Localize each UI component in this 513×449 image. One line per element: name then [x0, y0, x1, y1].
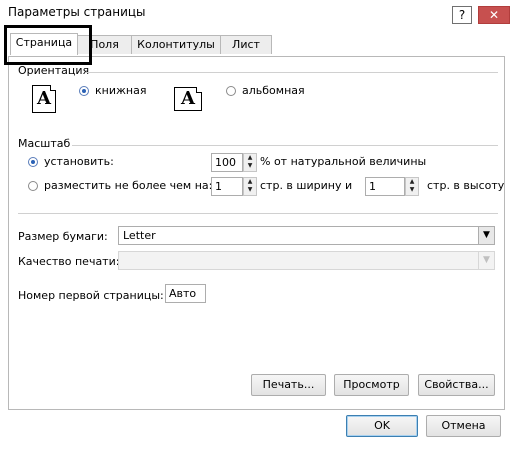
spin-up-icon[interactable]: ▲ — [244, 178, 256, 186]
fit-wide-spinner[interactable]: ▲ ▼ — [243, 177, 257, 196]
spin-down-icon[interactable]: ▼ — [244, 186, 256, 194]
fit-wide-suffix: стр. в ширину и — [260, 179, 353, 192]
paper-size-label: Размер бумаги: — [18, 230, 108, 243]
ok-button[interactable]: OK — [346, 415, 418, 437]
tab-header-footer[interactable]: Колонтитулы — [131, 35, 221, 54]
spin-up-icon[interactable]: ▲ — [406, 178, 418, 186]
preview-button[interactable]: Просмотр — [334, 374, 409, 396]
section-divider — [18, 213, 498, 214]
fit-tall-suffix: стр. в высоту — [427, 179, 505, 192]
chevron-down-icon[interactable]: ▼ — [478, 227, 494, 244]
adjust-label[interactable]: установить: — [44, 155, 114, 168]
paper-size-select[interactable]: Letter ▼ — [118, 226, 495, 245]
adjust-percent-input[interactable]: 100 — [211, 153, 243, 172]
print-button[interactable]: Печать... — [251, 374, 326, 396]
fit-tall-spinner[interactable]: ▲ ▼ — [405, 177, 419, 196]
tab-sheet[interactable]: Лист — [220, 35, 272, 54]
fit-radio[interactable] — [28, 181, 38, 191]
portrait-radio[interactable] — [79, 86, 89, 96]
scaling-title: Масштаб — [18, 137, 71, 150]
scaling-divider — [72, 145, 498, 146]
landscape-label[interactable]: альбомная — [242, 84, 305, 97]
cancel-button[interactable]: Отмена — [426, 415, 501, 437]
orientation-divider — [86, 72, 498, 73]
first-page-label: Номер первой страницы: — [18, 289, 164, 302]
window-title: Параметры страницы — [8, 5, 146, 19]
chevron-down-icon[interactable]: ▼ — [478, 252, 494, 269]
tab-header-footer-label: Колонтитулы — [137, 38, 215, 51]
landscape-page-icon: A — [174, 87, 202, 111]
tab-margins-label: Поля — [90, 38, 119, 51]
close-button[interactable]: ✕ — [478, 6, 510, 24]
portrait-label[interactable]: книжная — [95, 84, 146, 97]
paper-size-value: Letter — [123, 229, 156, 242]
spin-down-icon[interactable]: ▼ — [406, 186, 418, 194]
fit-wide-input[interactable]: 1 — [211, 177, 243, 196]
print-quality-select[interactable]: ▼ — [118, 251, 495, 270]
tab-highlight-frame — [4, 25, 92, 65]
print-quality-label: Качество печати: — [18, 255, 120, 268]
portrait-page-icon: A — [32, 85, 56, 113]
tab-sheet-label: Лист — [232, 38, 260, 51]
fit-label[interactable]: разместить не более чем на: — [44, 179, 212, 192]
spin-up-icon[interactable]: ▲ — [244, 154, 256, 162]
spin-down-icon[interactable]: ▼ — [244, 162, 256, 170]
landscape-radio[interactable] — [226, 86, 236, 96]
first-page-input[interactable]: Авто — [165, 284, 206, 303]
adjust-spinner[interactable]: ▲ ▼ — [243, 153, 257, 172]
options-button[interactable]: Свойства... — [418, 374, 495, 396]
adjust-suffix: % от натуральной величины — [260, 155, 427, 168]
orientation-title: Ориентация — [18, 64, 90, 77]
help-button[interactable]: ? — [452, 6, 472, 24]
adjust-radio[interactable] — [28, 157, 38, 167]
fit-tall-input[interactable]: 1 — [365, 177, 405, 196]
